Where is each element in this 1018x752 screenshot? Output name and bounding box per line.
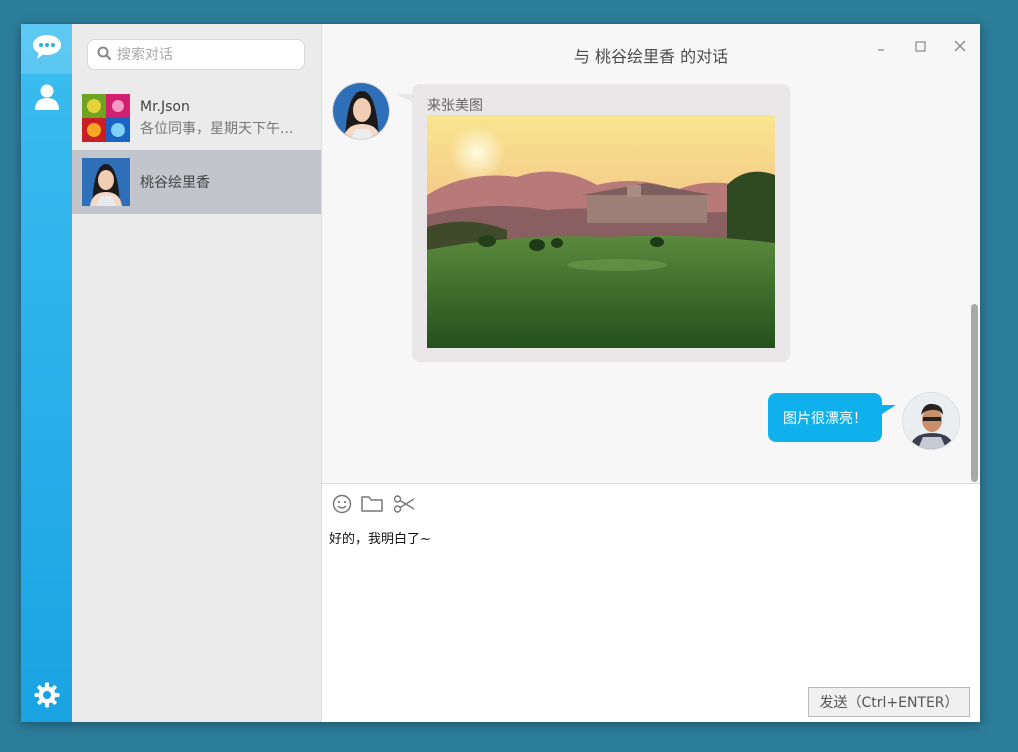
- search-input[interactable]: [115, 45, 299, 64]
- chat-scrollbar[interactable]: [971, 304, 978, 482]
- maximize-icon: [914, 37, 926, 56]
- close-button[interactable]: [950, 36, 970, 56]
- minimize-icon: [876, 37, 886, 56]
- emoji-icon: [332, 494, 352, 518]
- nav-chats[interactable]: [21, 24, 72, 74]
- bubble-tail: [882, 405, 896, 414]
- message-input[interactable]: 好的，我明白了~: [329, 528, 969, 668]
- icon-bar: [21, 24, 72, 722]
- chat-window: Mr.Json 各位同事，星期天下午... 桃谷绘里香 与 桃谷绘里香 的对话: [21, 24, 980, 722]
- conversation-name: 桃谷绘里香: [140, 175, 210, 191]
- conversation-item-taogu[interactable]: 桃谷绘里香: [72, 150, 321, 214]
- emoji-button[interactable]: [330, 494, 354, 518]
- send-button[interactable]: 发送（Ctrl+ENTER）: [808, 687, 970, 717]
- screenshot-button[interactable]: [392, 494, 416, 518]
- conversation-sidebar: Mr.Json 各位同事，星期天下午... 桃谷绘里香: [72, 24, 322, 722]
- outgoing-message-bubble: 图片很漂亮！: [768, 393, 896, 442]
- gear-icon: [34, 682, 60, 712]
- nav-contacts[interactable]: [21, 74, 72, 124]
- maximize-button[interactable]: [910, 36, 930, 56]
- folder-icon: [361, 495, 383, 517]
- search-box[interactable]: [87, 39, 305, 70]
- search-icon: [97, 45, 112, 64]
- user-avatar: [902, 392, 960, 450]
- message-text: 图片很漂亮！: [783, 410, 867, 427]
- message-caption: 来张美图: [427, 98, 483, 114]
- conversation-preview: 各位同事，星期天下午...: [140, 120, 294, 137]
- scissors-icon: [393, 495, 415, 517]
- minimize-button[interactable]: [871, 36, 891, 56]
- composer-area: 好的，我明白了~ 发送（Ctrl+ENTER）: [322, 483, 980, 722]
- conversation-item-mr-json[interactable]: Mr.Json 各位同事，星期天下午...: [72, 86, 321, 150]
- chat-panel: 与 桃谷绘里香 的对话 来张美图 图片很漂亮！: [322, 24, 980, 483]
- contact-avatar: [332, 82, 390, 140]
- incoming-message-bubble: 来张美图: [396, 84, 790, 362]
- file-button[interactable]: [360, 494, 384, 518]
- contacts-icon: [34, 84, 59, 114]
- close-icon: [954, 37, 966, 56]
- avatar: [82, 94, 130, 142]
- chat-bubble-icon: [32, 34, 62, 64]
- golf-course-sunset-photo[interactable]: [427, 115, 775, 348]
- settings-button[interactable]: [21, 672, 72, 722]
- bubble-tail: [396, 94, 412, 102]
- avatar: [82, 158, 130, 206]
- conversation-name: Mr.Json: [140, 98, 190, 115]
